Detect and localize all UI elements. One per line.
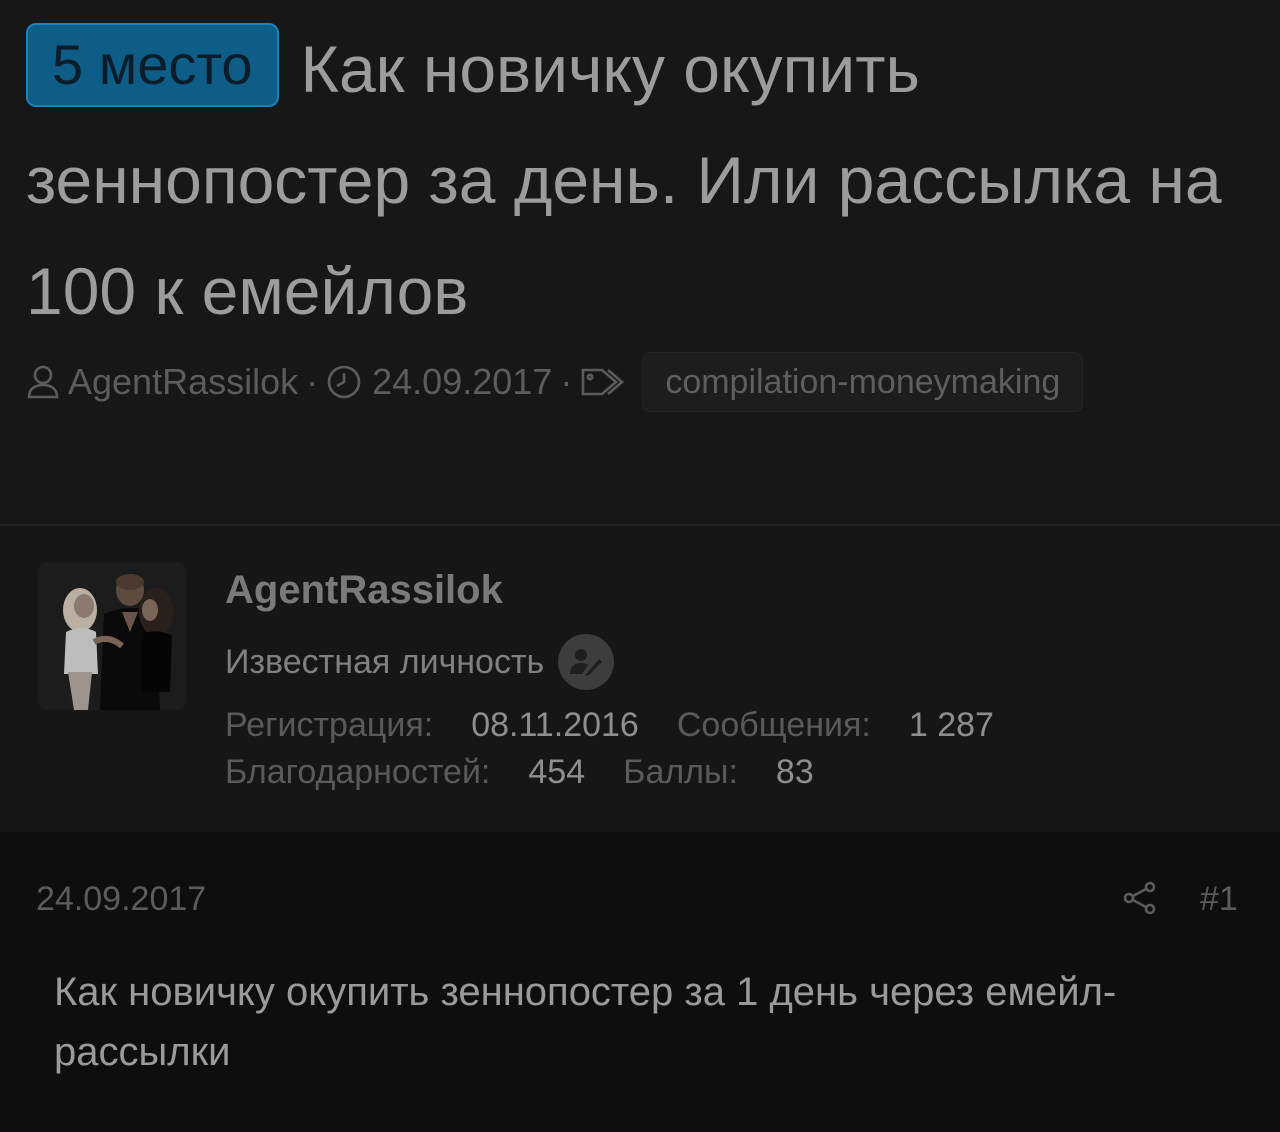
clock-icon [326, 364, 362, 400]
meta-separator: · [306, 361, 319, 402]
thread-author-link[interactable]: AgentRassilok [68, 361, 298, 403]
post-body: Как новичку окупить зеннопостер за 1 ден… [54, 970, 1117, 1074]
avatar[interactable] [38, 562, 186, 710]
points-value: 83 [775, 753, 814, 791]
post-date-link[interactable]: 24.09.2017 [36, 880, 206, 919]
user-stats-row-2: Благодарностей: 454 Баллы: 83 [225, 753, 852, 792]
user-title-row: Известная личность [225, 634, 615, 690]
thread-header: 5 место Как новичку окупить зеннопостер з… [0, 0, 1280, 525]
post: 24.09.2017 #1 Как новичку окупить зенноп… [0, 832, 1280, 1132]
thanks-value: 454 [528, 753, 586, 791]
user-stats-row-1: Регистрация: 08.11.2016 Сообщения: 1 287 [225, 706, 1032, 745]
share-icon[interactable] [1120, 878, 1160, 918]
thread-date-link[interactable]: 24.09.2017 [372, 361, 552, 403]
username[interactable]: AgentRassilok [225, 568, 503, 613]
tag-icon [580, 364, 628, 400]
messages-label: Сообщения: [676, 706, 871, 744]
thread-tag[interactable]: compilation-moneymaking [642, 352, 1084, 412]
thread-title-block: 5 место Как новичку окупить зеннопостер з… [26, 14, 1246, 347]
thread-prefix-badge[interactable]: 5 место [26, 23, 279, 107]
user-edit-icon [558, 634, 615, 690]
thanks-label: Благодарностей: [225, 753, 491, 791]
registration-label: Регистрация: [225, 706, 434, 744]
user-title: Известная личность [225, 642, 545, 681]
points-label: Баллы: [623, 753, 738, 791]
meta-separator: · [560, 361, 573, 402]
post-number-link[interactable]: #1 [1200, 880, 1238, 919]
user-icon [26, 364, 60, 400]
messages-value: 1 287 [908, 706, 994, 744]
registration-value: 08.11.2016 [471, 706, 639, 744]
thread-meta: AgentRassilok · 24.09.2017 · compilation… [26, 352, 1084, 412]
message-user-block: AgentRassilok Известная личность Регистр… [0, 526, 1280, 832]
